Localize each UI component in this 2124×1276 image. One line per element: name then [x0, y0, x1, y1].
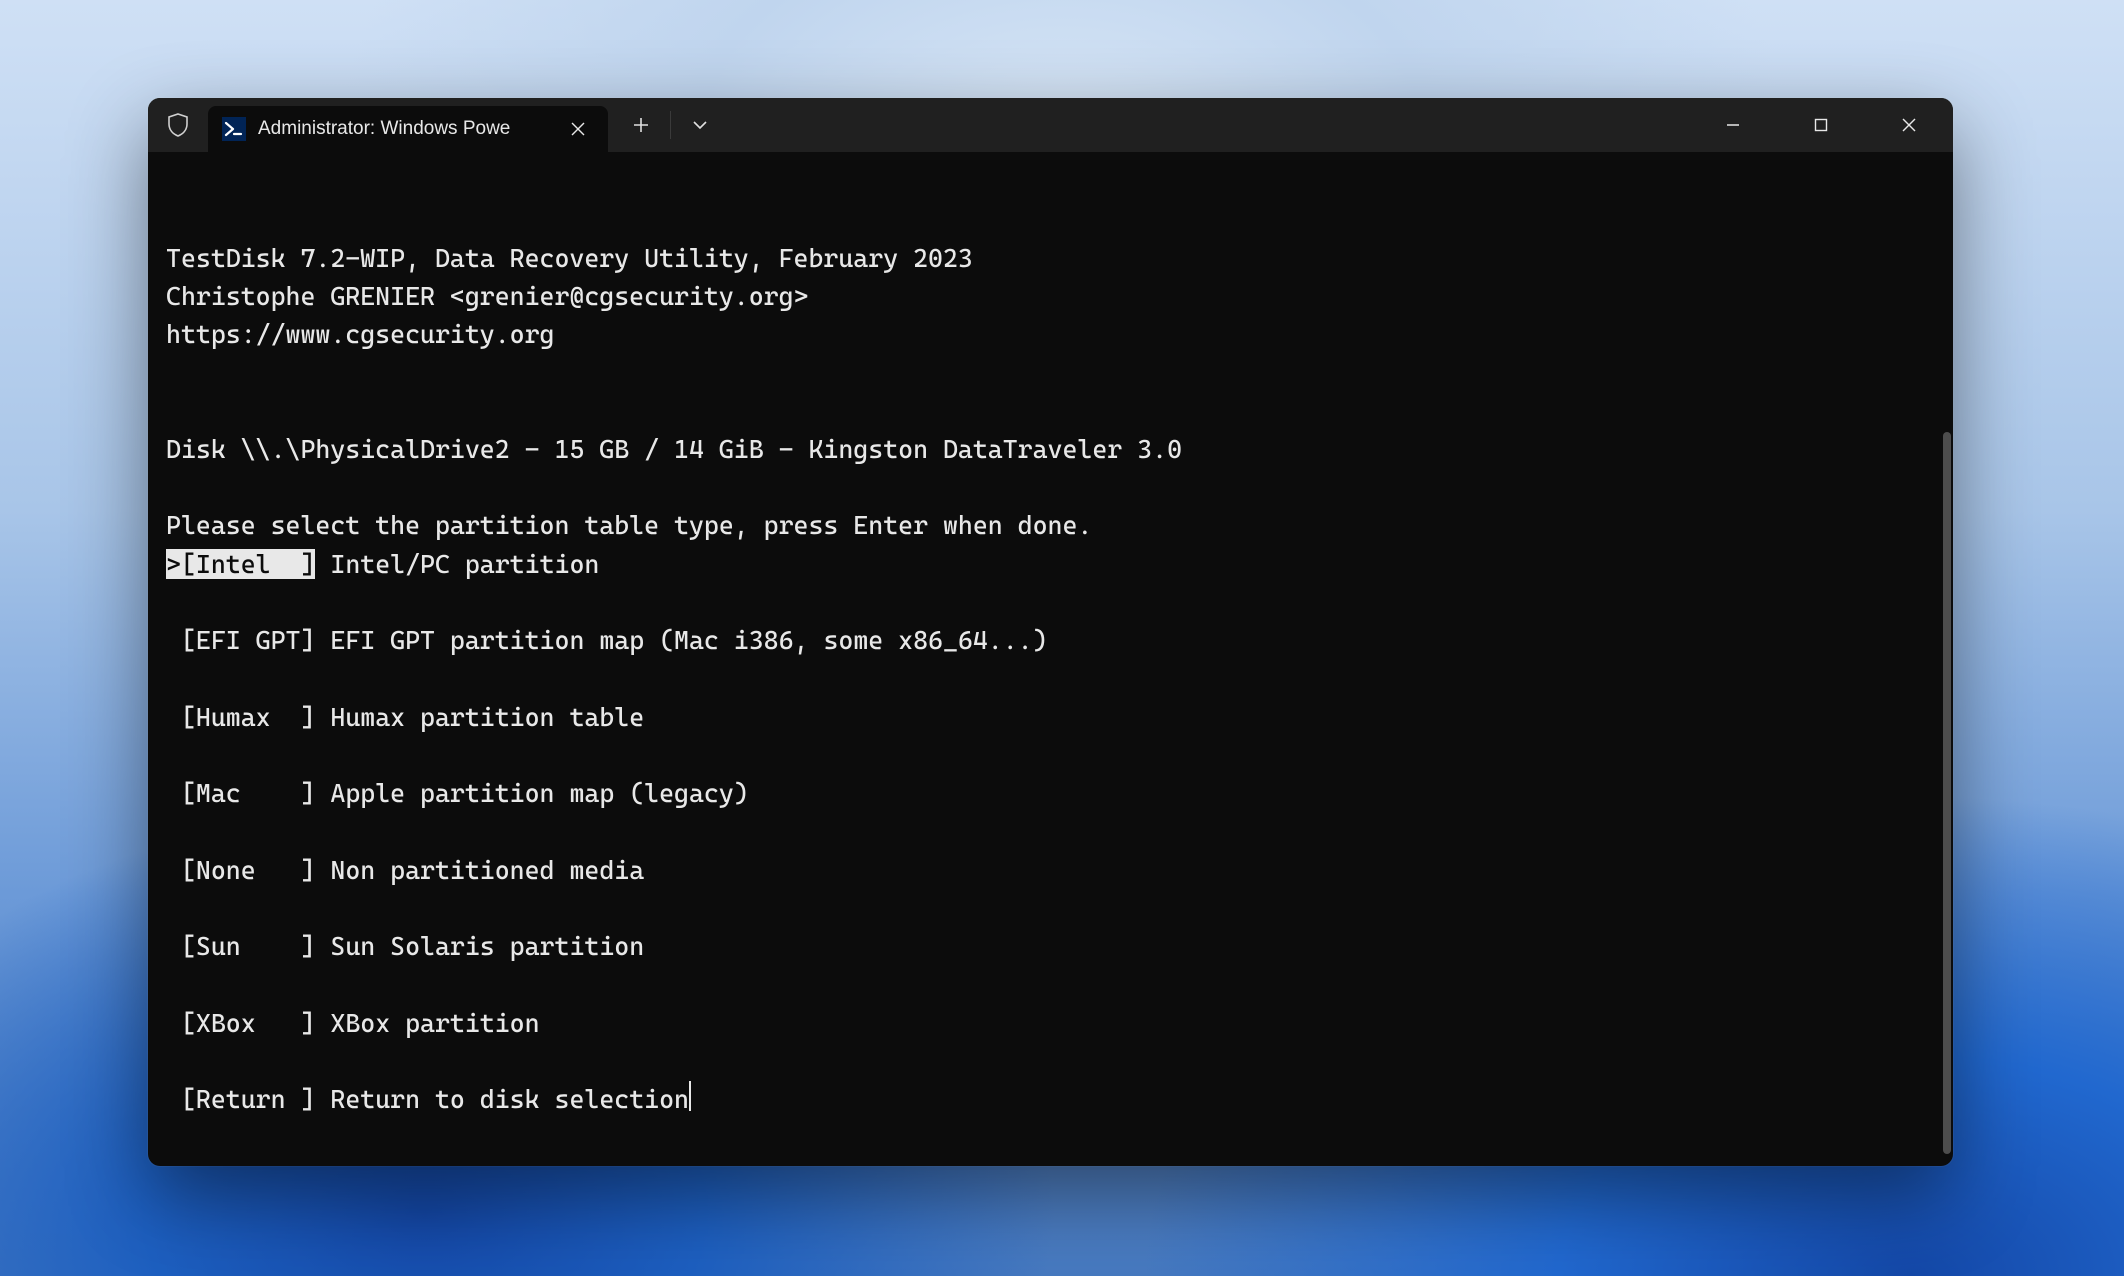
- titlebar[interactable]: Administrator: Windows Powe: [148, 98, 1953, 152]
- new-tab-button[interactable]: [616, 102, 666, 148]
- disk-info: Disk \\.\PhysicalDrive2 - 15 GB / 14 GiB…: [166, 434, 1182, 464]
- minimize-button[interactable]: [1689, 98, 1777, 152]
- scrollbar[interactable]: [1943, 152, 1951, 1160]
- menu-item-humax[interactable]: [Humax ] Humax partition table: [166, 698, 1943, 736]
- close-button[interactable]: [1865, 98, 1953, 152]
- header-line: Christophe GRENIER <grenier@cgsecurity.o…: [166, 281, 808, 311]
- menu-item-intel[interactable]: >[Intel ] Intel/PC partition: [166, 545, 1943, 583]
- terminal-window: Administrator: Windows Powe: [148, 98, 1953, 1166]
- separator: [670, 111, 671, 139]
- tab-active[interactable]: Administrator: Windows Powe: [208, 106, 608, 152]
- header-line: TestDisk 7.2-WIP, Data Recovery Utility,…: [166, 243, 973, 273]
- terminal-body[interactable]: TestDisk 7.2-WIP, Data Recovery Utility,…: [148, 152, 1953, 1166]
- cursor: [689, 1081, 691, 1111]
- tab-close-button[interactable]: [564, 115, 592, 143]
- tab-dropdown-button[interactable]: [675, 102, 725, 148]
- menu-item-mac[interactable]: [Mac ] Apple partition map (legacy): [166, 774, 1943, 812]
- menu-item-efi-gpt[interactable]: [EFI GPT] EFI GPT partition map (Mac i38…: [166, 621, 1943, 659]
- menu-item-sun[interactable]: [Sun ] Sun Solaris partition: [166, 927, 1943, 965]
- tab-title: Administrator: Windows Powe: [258, 118, 552, 140]
- scrollbar-thumb[interactable]: [1943, 432, 1951, 1154]
- powershell-icon: [222, 117, 246, 141]
- maximize-button[interactable]: [1777, 98, 1865, 152]
- header-url: https://www.cgsecurity.org: [166, 319, 554, 349]
- menu-item-return[interactable]: [Return ] Return to disk selection: [166, 1080, 1943, 1118]
- menu-item-none[interactable]: [None ] Non partitioned media: [166, 851, 1943, 889]
- admin-shield-icon: [148, 98, 208, 152]
- prompt-text: Please select the partition table type, …: [166, 510, 1092, 540]
- menu-item-xbox[interactable]: [XBox ] XBox partition: [166, 1004, 1943, 1042]
